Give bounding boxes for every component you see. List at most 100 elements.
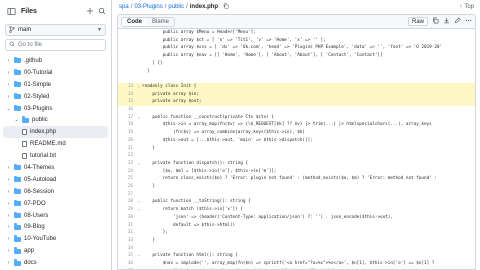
line-number[interactable]: 35 [118, 252, 136, 260]
branch-selector[interactable]: main ▼ [5, 24, 106, 36]
line-number[interactable] [118, 75, 136, 83]
line-code: $this->out = [...$this->out, 'main' => $… [142, 137, 313, 143]
code-line: 22 [118, 152, 475, 160]
line-number[interactable] [118, 68, 136, 76]
tree-item-index-php[interactable]: index.php [3, 126, 108, 139]
line-number[interactable]: 33 [118, 237, 136, 245]
tree-item-04-themes[interactable]: › 04-Themes [0, 162, 111, 174]
line-number[interactable] [118, 52, 136, 60]
line-number[interactable]: 30 [118, 214, 136, 222]
tree-item-docs[interactable]: › docs [0, 257, 111, 269]
line-number[interactable]: 23 [118, 160, 136, 168]
breadcrumb-link-root[interactable]: spa [119, 4, 129, 10]
file-icon [22, 141, 27, 148]
line-code [142, 106, 475, 114]
tree-item-05-autoload[interactable]: › 05-Autoload [0, 174, 111, 186]
line-number[interactable] [118, 37, 136, 45]
tree-item-06-session[interactable]: › 06-Session [0, 186, 111, 198]
breadcrumb-link-subfolder[interactable]: public [168, 4, 184, 10]
tree-item-02-styled[interactable]: › 02-Styled [0, 91, 111, 103]
collapse-sidebar-icon[interactable] [5, 5, 17, 17]
line-number[interactable]: 29 [118, 206, 136, 214]
tree-item-08-users[interactable]: › 08-Users [0, 210, 111, 222]
line-number[interactable]: 26 [118, 183, 136, 191]
add-file-icon[interactable] [86, 2, 94, 20]
line-code: ] {} [142, 60, 163, 66]
line-number[interactable]: 18 [118, 121, 136, 129]
line-number[interactable]: 22 [118, 152, 136, 160]
tab-code[interactable]: Code [122, 17, 147, 26]
line-number[interactable]: 15 [118, 98, 136, 107]
tree-item-readme-md[interactable]: README.md [0, 138, 111, 150]
code-line: 28 ⌄ public function __toString(): string… [118, 198, 475, 206]
chevron-right-icon: › [7, 164, 10, 171]
line-number[interactable]: 13 [118, 82, 136, 91]
file-tree: › .github › 00-Tutorial › 01-Simple › 02-Sty… [0, 55, 111, 269]
line-number[interactable]: 20 [118, 137, 136, 145]
folder-icon [14, 187, 21, 195]
line-code [142, 245, 475, 253]
tree-item-03-plugins[interactable]: ⌄ 03-Plugins [0, 103, 111, 115]
line-code: private array $in; [142, 90, 475, 99]
copy-path-icon[interactable] [223, 3, 229, 11]
line-number[interactable]: 28 [118, 198, 136, 206]
tree-item-07-pdo[interactable]: › 07-PDO [0, 198, 111, 210]
folder-icon [14, 223, 21, 230]
tree-item-tutorial-txt[interactable]: tutorial.txt [0, 150, 111, 162]
copy-icon[interactable] [432, 17, 439, 26]
file-toolbar: Code Blame Raw [117, 14, 476, 28]
top-button[interactable]: ↑ Top [459, 4, 474, 10]
chevron-right-icon: › [7, 81, 10, 88]
tree-item-00-tutorial[interactable]: › 00-Tutorial [0, 67, 111, 79]
chevron-down-icon: ▼ [97, 27, 102, 33]
code-line: 18 $this->in = array_map(fn($v) => (\$_R… [118, 121, 475, 129]
line-number[interactable]: 27 [118, 191, 136, 199]
line-code: public function __construct(private Ctx … [142, 114, 274, 120]
code-line: 36 $nav = implode('', array_map(fn($n) =… [118, 260, 475, 268]
line-number[interactable] [118, 60, 136, 68]
more-options-icon[interactable] [465, 17, 472, 26]
tree-item-app[interactable]: › app [0, 245, 111, 257]
code-line: 32 }; [118, 229, 475, 237]
line-number[interactable]: 36 [118, 260, 136, 268]
line-number[interactable] [118, 29, 136, 37]
line-code: (fn($v) => array_combine(array_keys($thi… [142, 130, 305, 136]
line-number[interactable]: 32 [118, 229, 136, 237]
search-icon[interactable] [98, 2, 106, 20]
folder-icon [14, 56, 21, 64]
line-number[interactable]: 24 [118, 168, 136, 176]
line-number[interactable]: 16 [118, 106, 136, 114]
tree-item-label: public [32, 117, 48, 124]
raw-button[interactable]: Raw [407, 17, 428, 26]
line-number[interactable]: 21 [118, 145, 136, 153]
code-lines: public array $Menu = Header['Menu']; pub… [118, 29, 475, 269]
tree-item-label: 05-Autoload [24, 176, 57, 183]
line-code: private function dispatch(): string { [142, 160, 249, 166]
tree-item-label: 07-PDO [24, 200, 46, 207]
tree-item-10-youtube[interactable]: › 10-YouTube [0, 233, 111, 245]
tree-item-label: 01-Simple [24, 81, 52, 88]
line-number[interactable]: 31 [118, 222, 136, 230]
tree-item-github[interactable]: › .github [0, 55, 111, 67]
line-number[interactable]: 19 [118, 129, 136, 137]
tree-item-label: 03-Plugins [24, 105, 53, 112]
line-number[interactable]: 34 [118, 245, 136, 253]
code-line: 30 'json' => (header('Content-Type: appl… [118, 214, 475, 222]
breadcrumb-link-folder[interactable]: 03-Plugins [134, 4, 162, 10]
code-line [118, 75, 475, 83]
tree-item-09-blog[interactable]: › 09-Blog [0, 221, 111, 233]
tree-item-public[interactable]: ⌄ public [0, 114, 111, 126]
file-tree-sidebar: Files main ▼ Go to file › .github › 00-Tut… [0, 0, 112, 270]
tab-blame[interactable]: Blame [147, 18, 174, 26]
line-number[interactable]: 17 [118, 114, 136, 122]
line-code: } [142, 237, 155, 243]
go-to-file-input[interactable]: Go to file [5, 39, 106, 51]
tree-item-01-simple[interactable]: › 01-Simple [0, 79, 111, 91]
line-number[interactable]: 14 [118, 90, 136, 99]
line-number[interactable]: 25 [118, 175, 136, 183]
download-icon[interactable] [443, 17, 450, 26]
edit-pencil-icon[interactable] [454, 17, 461, 26]
code-viewer[interactable]: public array $Menu = Header['Menu']; pub… [117, 28, 476, 270]
line-number[interactable] [118, 44, 136, 52]
file-icon [22, 129, 27, 136]
